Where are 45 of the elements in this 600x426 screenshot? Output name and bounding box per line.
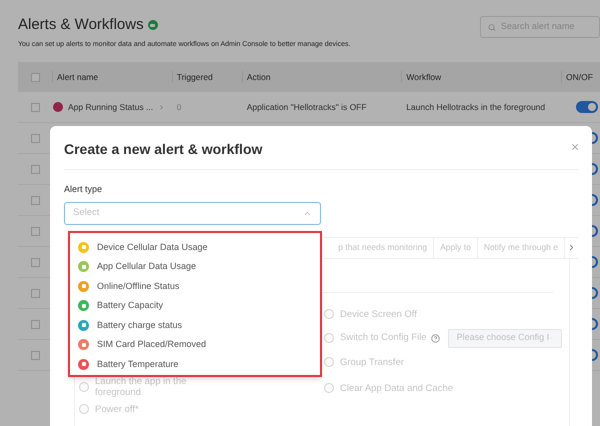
chevron-right-icon[interactable] — [567, 243, 576, 252]
modal-title: Create a new alert & workflow — [64, 140, 262, 159]
checkbox[interactable] — [30, 164, 40, 174]
checkbox[interactable] — [30, 350, 40, 360]
search-icon — [488, 22, 496, 32]
checkbox[interactable] — [30, 320, 40, 328]
table-cell: Launch Hellotracks in the foreground — [406, 102, 546, 112]
option-label: Group Transfer — [340, 356, 404, 368]
dropdown-option[interactable]: Online/Offline Status — [78, 276, 320, 296]
alert-type-input[interactable]: Select — [73, 206, 273, 220]
dropdown-option[interactable]: Battery charge status — [78, 316, 320, 335]
column-header: Action — [246, 72, 270, 82]
checkbox[interactable] — [30, 288, 40, 298]
dropdown-option[interactable]: Device Cellular Data Usage — [78, 238, 320, 257]
alert-name[interactable]: App Running Status ... — [68, 100, 154, 114]
alert-type-select[interactable]: Select — [64, 202, 321, 224]
page-title: Alerts & Workflows — [18, 15, 144, 35]
column-header: Alert name — [57, 72, 98, 82]
option-label: Switch to Config File — [340, 330, 427, 345]
app-icon — [53, 102, 64, 112]
checkbox[interactable] — [30, 196, 40, 204]
checkbox[interactable] — [30, 72, 40, 82]
checkbox[interactable] — [30, 258, 40, 266]
option-label: Power off* — [95, 404, 139, 415]
option-label: Device Screen Off — [340, 308, 417, 320]
dropdown-option[interactable]: Battery Capacity — [78, 296, 320, 316]
chevron-icon — [158, 104, 166, 110]
option-label: Launch the app in the foreground — [95, 376, 188, 398]
close-icon[interactable] — [570, 142, 580, 152]
table-cell: Application "Hellotracks" is OFF — [246, 102, 367, 112]
field-label: Alert type — [64, 183, 104, 196]
info-badge-icon — [148, 20, 158, 30]
dropdown-option[interactable]: App Cellular Data Usage — [78, 257, 320, 276]
dropdown-option[interactable]: SIM Card Placed/Removed — [78, 335, 320, 354]
column-header: Triggered — [176, 72, 213, 82]
column-header: ON/OF — [566, 72, 593, 82]
checkbox[interactable] — [30, 134, 40, 142]
column-header: Workflow — [406, 72, 442, 82]
help-icon[interactable] — [430, 334, 440, 343]
checkbox[interactable] — [30, 102, 40, 112]
checkbox[interactable] — [30, 226, 40, 236]
dropdown-option[interactable]: Battery Temperature — [78, 354, 320, 374]
table-cell: 0 — [176, 102, 182, 112]
toggle-switch[interactable] — [576, 101, 598, 113]
option-label: Clear App Data and Cache — [340, 382, 454, 394]
